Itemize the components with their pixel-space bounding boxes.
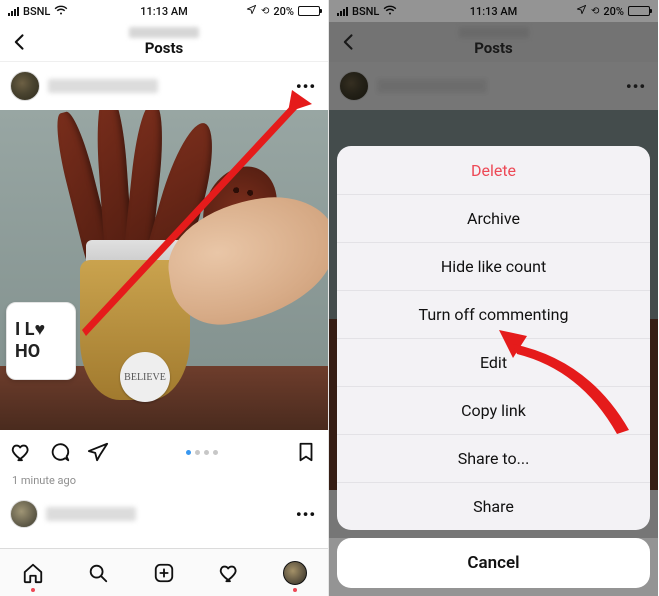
comment-button[interactable] <box>48 440 72 464</box>
menu-item-archive[interactable]: Archive <box>337 194 650 242</box>
tab-home[interactable] <box>20 560 46 586</box>
menu-cancel-button[interactable]: Cancel <box>337 538 650 588</box>
share-button[interactable] <box>86 440 110 464</box>
image-sign: I L♥ HO <box>6 302 76 380</box>
sign-line1: I L♥ <box>15 319 45 341</box>
post-username-redacted[interactable] <box>46 507 136 521</box>
next-post-header: ••• <box>0 493 328 535</box>
menu-item-share-to[interactable]: Share to... <box>337 434 650 482</box>
image-jar-tag: BELIEVE <box>120 352 170 402</box>
page-title: Posts <box>145 39 184 57</box>
post-more-button[interactable]: ••• <box>294 505 318 524</box>
notification-dot-icon <box>293 588 297 592</box>
menu-item-hide-like-count[interactable]: Hide like count <box>337 242 650 290</box>
rotation-lock-icon: ⟲ <box>261 6 269 17</box>
phone-left: BSNL 11:13 AM ⟲ 20% Posts ••• <box>0 0 329 596</box>
avatar[interactable] <box>10 71 40 101</box>
like-button[interactable] <box>10 440 34 464</box>
post-image[interactable]: BELIEVE I L♥ HO <box>0 110 328 430</box>
wifi-icon <box>54 5 68 18</box>
nav-header: Posts <box>0 22 328 62</box>
post-timestamp: 1 minute ago <box>0 474 328 493</box>
status-bar: BSNL 11:13 AM ⟲ 20% <box>0 0 328 22</box>
save-button[interactable] <box>294 440 318 464</box>
post-header: ••• <box>0 62 328 110</box>
back-button[interactable] <box>0 22 40 62</box>
tab-search[interactable] <box>85 560 111 586</box>
menu-item-edit[interactable]: Edit <box>337 338 650 386</box>
notification-dot-icon <box>31 588 35 592</box>
profile-avatar-icon <box>283 561 307 585</box>
tab-bar <box>0 548 328 596</box>
avatar[interactable] <box>10 500 38 528</box>
tab-activity[interactable] <box>217 560 243 586</box>
menu-item-share[interactable]: Share <box>337 482 650 530</box>
sign-line2: HO <box>15 341 40 363</box>
post-action-row <box>0 430 328 474</box>
location-icon <box>246 4 257 18</box>
tab-new-post[interactable] <box>151 560 177 586</box>
menu-item-turn-off-commenting[interactable]: Turn off commenting <box>337 290 650 338</box>
battery-pct: 20% <box>273 5 294 18</box>
signal-icon <box>8 7 19 16</box>
post-username-redacted[interactable] <box>48 79 158 93</box>
carousel-dots <box>186 450 218 455</box>
nav-username-redacted <box>129 27 199 38</box>
battery-icon <box>298 6 320 16</box>
tab-profile[interactable] <box>282 560 308 586</box>
carrier-label: BSNL <box>23 5 50 18</box>
post-more-button[interactable]: ••• <box>294 77 318 96</box>
phone-right: BSNL 11:13 AM ⟲ 20% <box>329 0 658 596</box>
menu-item-copy-link[interactable]: Copy link <box>337 386 650 434</box>
menu-item-delete[interactable]: Delete <box>337 146 650 194</box>
action-sheet: Delete Archive Hide like count Turn off … <box>337 146 650 588</box>
